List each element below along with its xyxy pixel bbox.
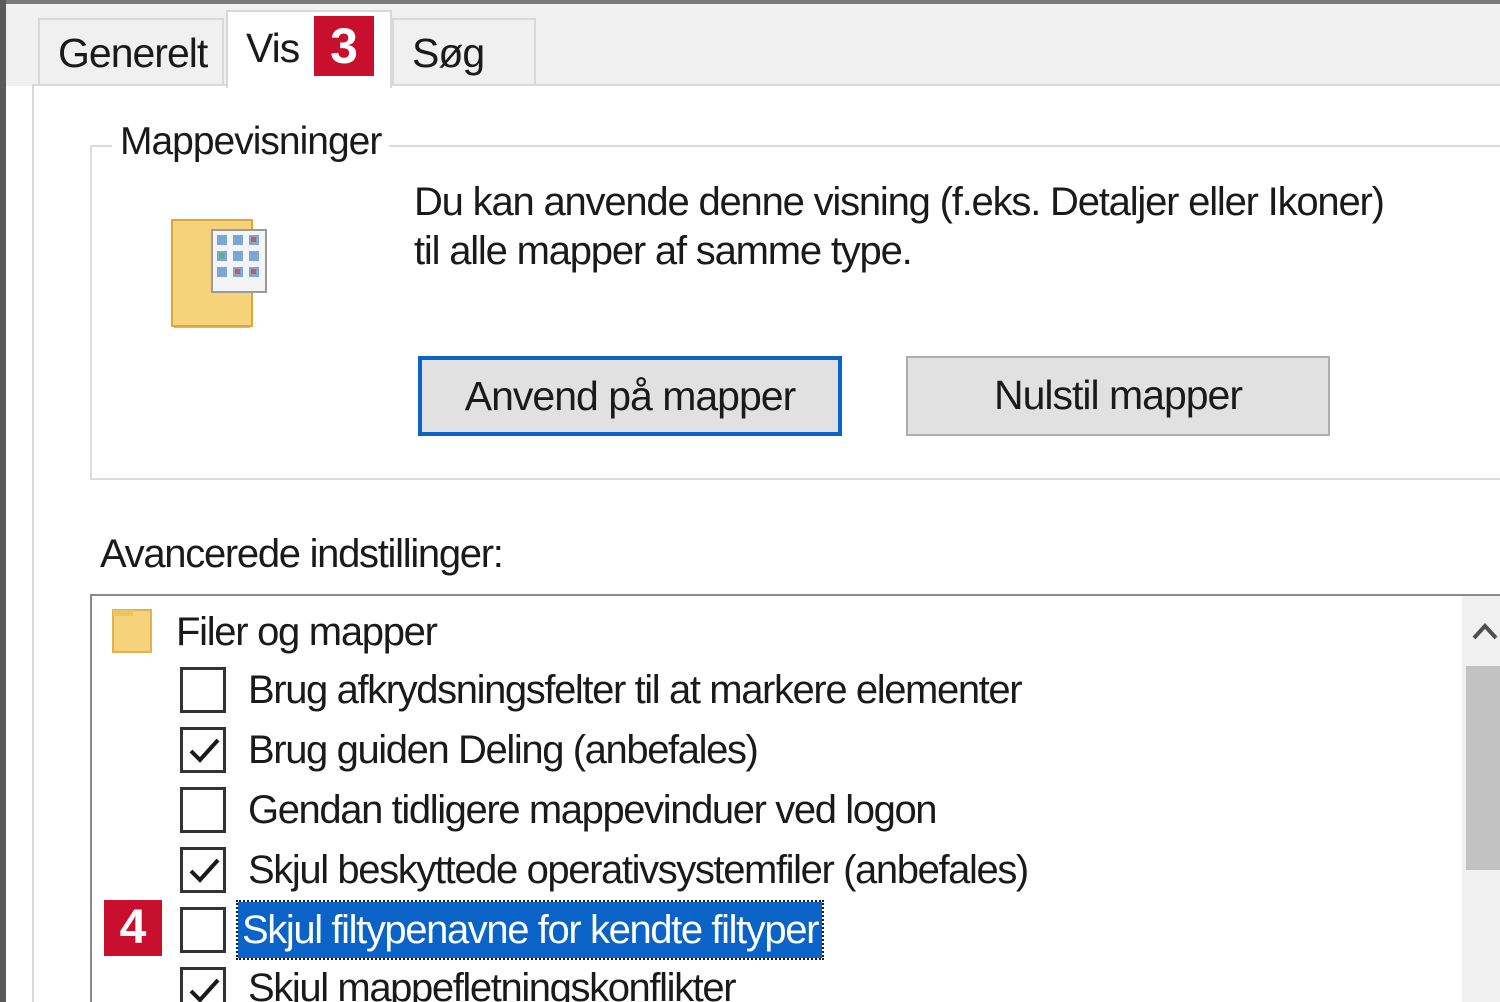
folder-views-description: Du kan anvende denne visning (f.eks. Det… (414, 180, 1385, 273)
tab-sog[interactable]: Søg (392, 18, 536, 84)
checkmark-icon (189, 978, 220, 1002)
checkbox-restore-windows[interactable] (180, 787, 226, 833)
setting-label[interactable]: Skjul mappefletningskonflikter (244, 960, 739, 1002)
folder-grid-icon (170, 218, 270, 330)
folder-views-title: Mappevisninger (112, 120, 390, 164)
tab-vis-label: Vis (246, 25, 300, 71)
reset-folders-button[interactable]: Nulstil mapper (906, 356, 1330, 436)
group-files-and-folders: Filer og mapper (176, 610, 438, 654)
checkbox-hide-extensions[interactable] (180, 907, 226, 953)
tab-generelt[interactable]: Generelt (38, 18, 224, 84)
scrollbar-thumb[interactable] (1466, 666, 1500, 870)
checkbox-hide-os-files[interactable] (180, 847, 226, 893)
advanced-settings-label: Avancerede indstillinger: (100, 532, 504, 576)
chevron-up-icon[interactable] (1470, 612, 1500, 652)
checkbox-hide-merge-conflicts[interactable] (180, 967, 226, 1002)
window-border-left (0, 0, 6, 1002)
setting-label[interactable]: Brug guiden Deling (anbefales) (244, 722, 761, 778)
setting-label[interactable]: Brug afkrydsningsfelter til at markere e… (244, 662, 1025, 718)
folder-icon (112, 608, 154, 654)
checkmark-icon (189, 738, 220, 763)
folder-options-dialog: Generelt Vis Søg 3 Mappevisninger Du kan… (0, 0, 1500, 1002)
setting-label-selected[interactable]: Skjul filtypenavne for kendte filtyper (235, 900, 825, 960)
setting-label[interactable]: Skjul beskyttede operativsystemfiler (an… (244, 842, 1032, 898)
checkbox-use-checkboxes[interactable] (180, 667, 226, 713)
setting-label[interactable]: Gendan tidligere mappevinduer ved logon (244, 782, 940, 838)
checkbox-sharing-wizard[interactable] (180, 727, 226, 773)
apply-to-folders-button[interactable]: Anvend på mapper (418, 356, 842, 436)
step-badge-4: 4 (102, 898, 164, 958)
step-badge-3: 3 (312, 14, 376, 78)
checkmark-icon (189, 858, 220, 883)
